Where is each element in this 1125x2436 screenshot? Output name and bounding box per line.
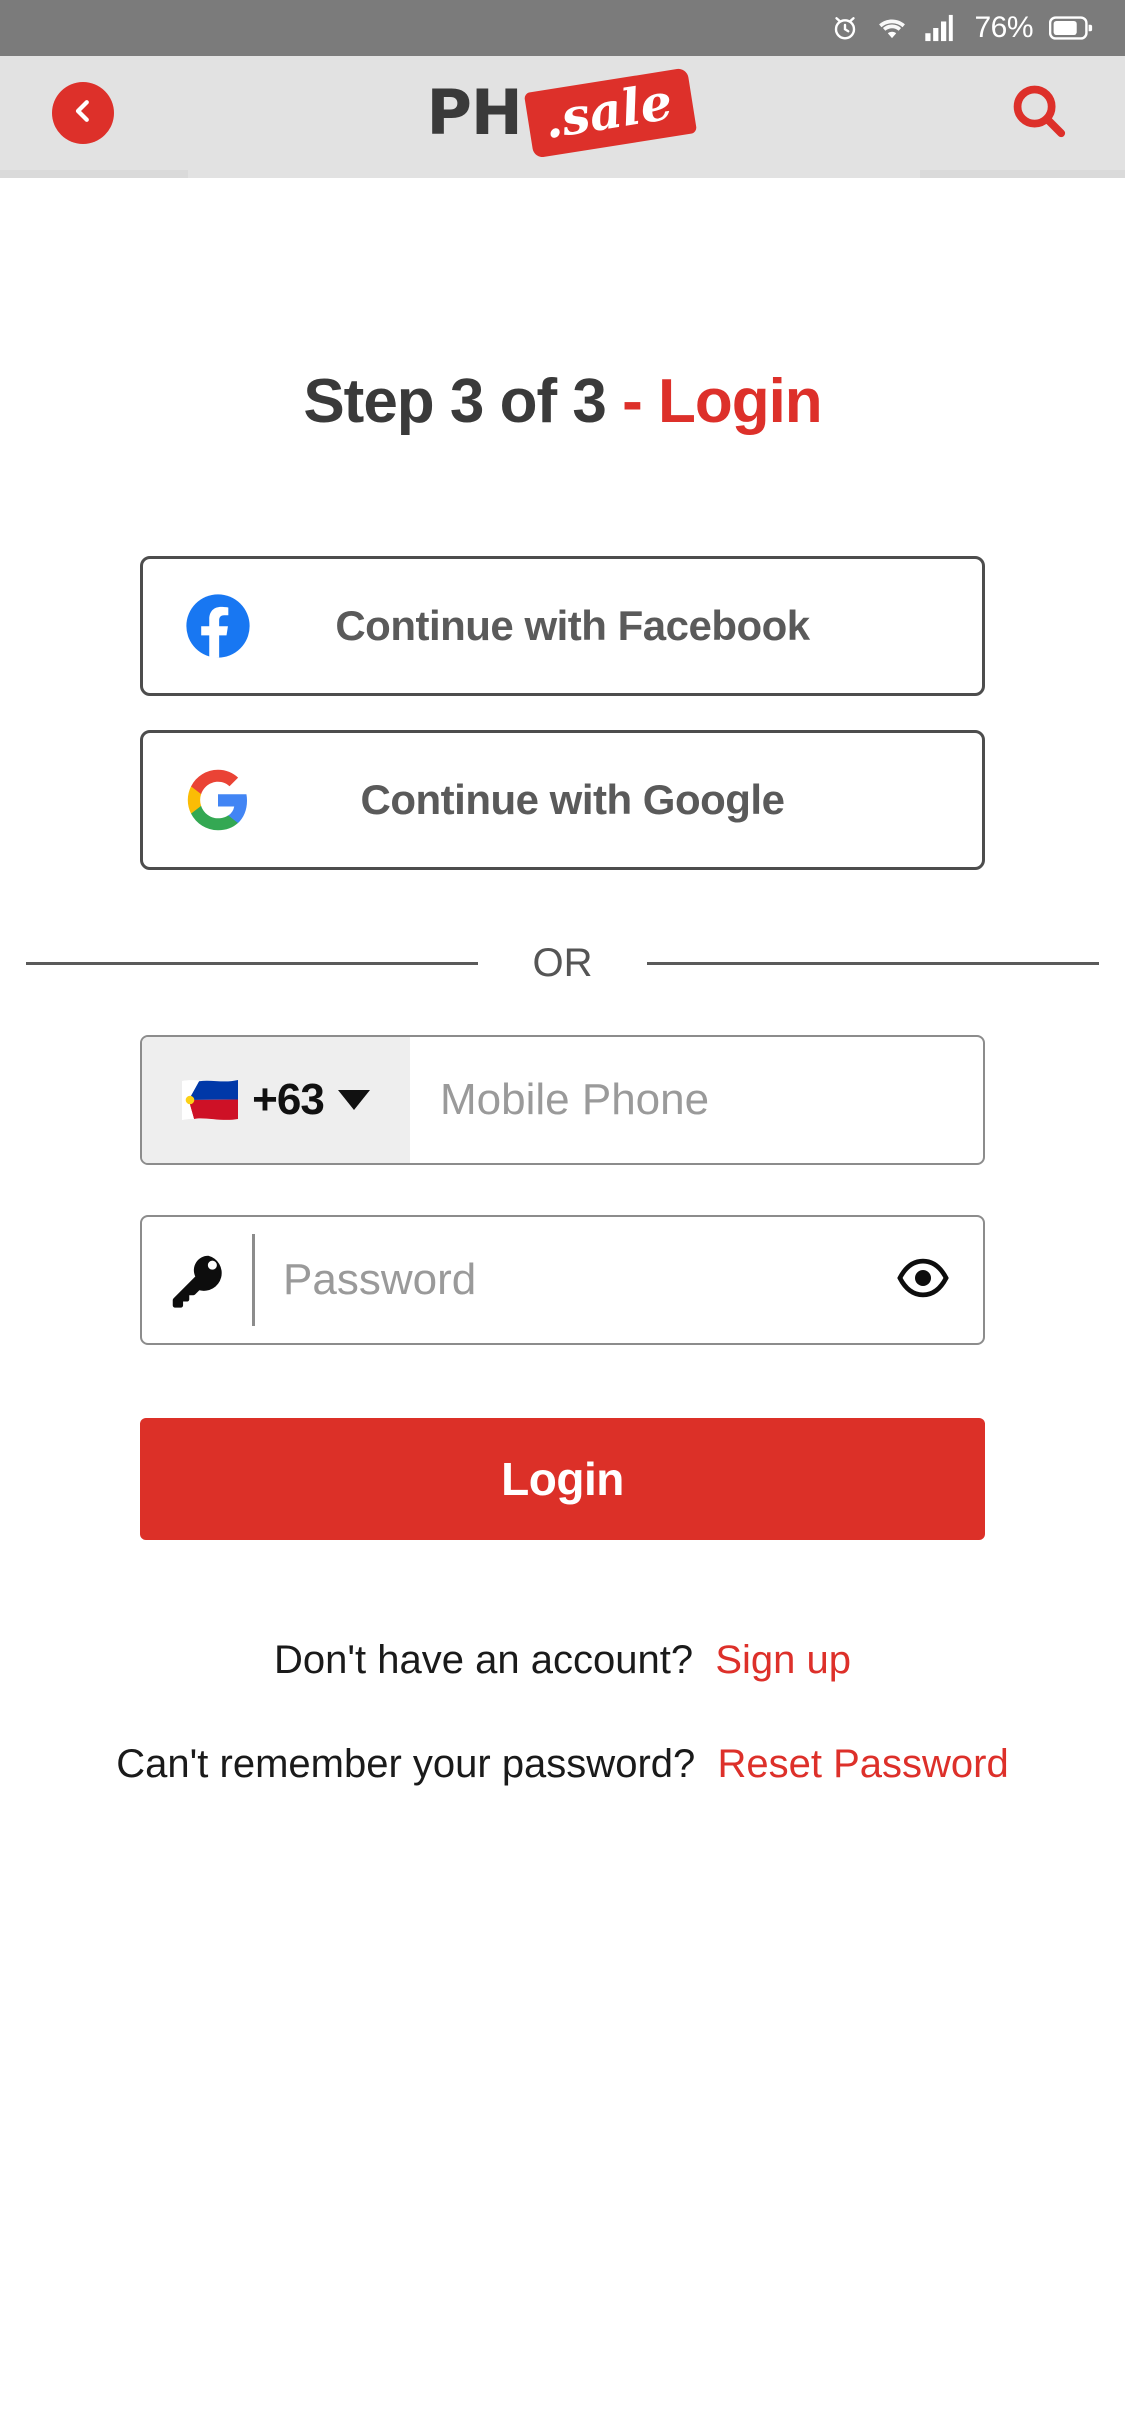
header-bottom-strip xyxy=(0,170,1125,178)
facebook-button-label: Continue with Facebook xyxy=(335,602,810,649)
continue-with-google-button[interactable]: Continue with Google xyxy=(140,730,985,870)
country-code-selector[interactable]: +63 xyxy=(142,1037,410,1163)
eye-icon xyxy=(895,1258,951,1303)
logo-sale-tag: .sale xyxy=(523,67,697,159)
divider-line-right xyxy=(647,961,1099,965)
chevron-left-icon xyxy=(68,96,98,131)
philippines-flag-icon xyxy=(182,1079,239,1121)
mobile-phone-field: +63 xyxy=(140,1035,985,1165)
reset-password-prompt-row: Can't remember your password? Reset Pass… xyxy=(0,1742,1125,1787)
signup-prompt-row: Don't have an account? Sign up xyxy=(0,1638,1125,1683)
reset-password-link[interactable]: Reset Password xyxy=(718,1742,1009,1786)
key-icon xyxy=(142,1249,252,1311)
alarm-clock-icon xyxy=(830,13,860,43)
cellular-signal-icon xyxy=(924,13,958,43)
strip-segment-left xyxy=(0,170,188,178)
signup-prompt-label: Don't have an account? xyxy=(274,1638,694,1682)
search-button[interactable] xyxy=(1005,79,1073,147)
continue-with-facebook-button[interactable]: Continue with Facebook xyxy=(140,556,985,696)
facebook-icon xyxy=(143,593,293,659)
password-field xyxy=(140,1215,985,1345)
login-button[interactable]: Login xyxy=(140,1418,985,1540)
password-input[interactable] xyxy=(255,1255,863,1305)
chevron-down-icon xyxy=(337,1090,370,1110)
page-title-step: Step 3 of 3 xyxy=(303,367,607,436)
google-button-label: Continue with Google xyxy=(360,776,785,823)
signup-link[interactable]: Sign up xyxy=(715,1638,851,1682)
mobile-phone-input[interactable] xyxy=(410,1075,983,1125)
reset-prompt-label: Can't remember your password? xyxy=(116,1742,696,1786)
wifi-icon xyxy=(876,13,908,43)
page-title-mode: Login xyxy=(657,367,823,436)
logo-tag-text: .sale xyxy=(539,71,677,151)
toggle-password-visibility-button[interactable] xyxy=(863,1258,983,1303)
divider-line-left xyxy=(26,961,478,965)
back-button[interactable] xyxy=(52,82,114,144)
app-logo: PH .sale xyxy=(114,67,1005,159)
page-title-dash: - xyxy=(605,367,658,436)
app-header: PH .sale xyxy=(0,56,1125,170)
page-title: Step 3 of 3 - Login xyxy=(0,366,1125,437)
divider-label: OR xyxy=(532,940,593,985)
battery-percent-label: 76% xyxy=(974,11,1033,44)
login-screen: 76% PH .sale Step 3 of 3 - Login Continu… xyxy=(0,0,1125,2436)
strip-segment-right xyxy=(920,170,1125,178)
google-icon xyxy=(143,767,293,833)
or-divider: OR xyxy=(26,940,1099,986)
logo-primary-text: PH xyxy=(426,76,522,149)
search-icon xyxy=(1008,80,1070,147)
strip-segment-middle xyxy=(188,170,920,178)
country-code-label: +63 xyxy=(252,1075,325,1124)
battery-icon xyxy=(1049,15,1093,41)
status-bar: 76% xyxy=(0,0,1125,56)
